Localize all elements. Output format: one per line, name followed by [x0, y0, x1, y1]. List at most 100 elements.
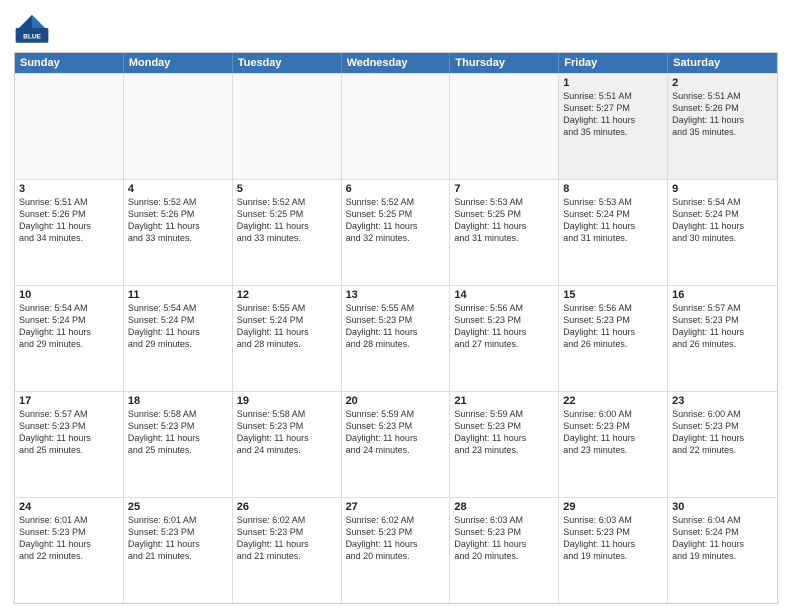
calendar-week: 1Sunrise: 5:51 AM Sunset: 5:27 PM Daylig… [15, 73, 777, 179]
day-number: 12 [237, 289, 337, 301]
day-info: Sunrise: 5:54 AM Sunset: 5:24 PM Dayligh… [128, 302, 228, 351]
cal-header-cell: Friday [559, 53, 668, 73]
day-number: 17 [19, 395, 119, 407]
day-number: 1 [563, 77, 663, 89]
page: BLUE SundayMondayTuesdayWednesdayThursda… [0, 0, 792, 612]
calendar-cell: 24Sunrise: 6:01 AM Sunset: 5:23 PM Dayli… [15, 498, 124, 603]
calendar-cell: 11Sunrise: 5:54 AM Sunset: 5:24 PM Dayli… [124, 286, 233, 391]
day-info: Sunrise: 6:00 AM Sunset: 5:23 PM Dayligh… [672, 408, 773, 457]
calendar: SundayMondayTuesdayWednesdayThursdayFrid… [14, 52, 778, 604]
day-info: Sunrise: 5:51 AM Sunset: 5:26 PM Dayligh… [19, 196, 119, 245]
day-number: 16 [672, 289, 773, 301]
day-number: 23 [672, 395, 773, 407]
calendar-cell: 19Sunrise: 5:58 AM Sunset: 5:23 PM Dayli… [233, 392, 342, 497]
calendar-week: 3Sunrise: 5:51 AM Sunset: 5:26 PM Daylig… [15, 179, 777, 285]
calendar-cell: 15Sunrise: 5:56 AM Sunset: 5:23 PM Dayli… [559, 286, 668, 391]
day-number: 24 [19, 501, 119, 513]
day-info: Sunrise: 5:55 AM Sunset: 5:23 PM Dayligh… [346, 302, 446, 351]
day-info: Sunrise: 6:03 AM Sunset: 5:23 PM Dayligh… [563, 514, 663, 563]
day-number: 21 [454, 395, 554, 407]
day-info: Sunrise: 5:56 AM Sunset: 5:23 PM Dayligh… [563, 302, 663, 351]
day-info: Sunrise: 5:54 AM Sunset: 5:24 PM Dayligh… [672, 196, 773, 245]
calendar-cell: 2Sunrise: 5:51 AM Sunset: 5:26 PM Daylig… [668, 74, 777, 179]
svg-text:BLUE: BLUE [23, 34, 41, 41]
logo-icon: BLUE [14, 10, 50, 46]
calendar-cell: 16Sunrise: 5:57 AM Sunset: 5:23 PM Dayli… [668, 286, 777, 391]
day-number: 2 [672, 77, 773, 89]
day-info: Sunrise: 5:57 AM Sunset: 5:23 PM Dayligh… [19, 408, 119, 457]
cal-header-cell: Tuesday [233, 53, 342, 73]
day-info: Sunrise: 5:52 AM Sunset: 5:25 PM Dayligh… [237, 196, 337, 245]
day-number: 8 [563, 183, 663, 195]
day-info: Sunrise: 5:55 AM Sunset: 5:24 PM Dayligh… [237, 302, 337, 351]
day-number: 14 [454, 289, 554, 301]
logo: BLUE [14, 10, 54, 46]
calendar-cell: 30Sunrise: 6:04 AM Sunset: 5:24 PM Dayli… [668, 498, 777, 603]
day-info: Sunrise: 6:00 AM Sunset: 5:23 PM Dayligh… [563, 408, 663, 457]
day-info: Sunrise: 5:51 AM Sunset: 5:27 PM Dayligh… [563, 90, 663, 139]
calendar-cell: 25Sunrise: 6:01 AM Sunset: 5:23 PM Dayli… [124, 498, 233, 603]
calendar-cell: 7Sunrise: 5:53 AM Sunset: 5:25 PM Daylig… [450, 180, 559, 285]
header: BLUE [14, 10, 778, 46]
calendar-cell: 22Sunrise: 6:00 AM Sunset: 5:23 PM Dayli… [559, 392, 668, 497]
day-number: 22 [563, 395, 663, 407]
calendar-cell [15, 74, 124, 179]
calendar-cell: 26Sunrise: 6:02 AM Sunset: 5:23 PM Dayli… [233, 498, 342, 603]
calendar-cell: 18Sunrise: 5:58 AM Sunset: 5:23 PM Dayli… [124, 392, 233, 497]
day-number: 9 [672, 183, 773, 195]
calendar-cell: 29Sunrise: 6:03 AM Sunset: 5:23 PM Dayli… [559, 498, 668, 603]
cal-header-cell: Saturday [668, 53, 777, 73]
calendar-cell: 4Sunrise: 5:52 AM Sunset: 5:26 PM Daylig… [124, 180, 233, 285]
cal-header-cell: Monday [124, 53, 233, 73]
calendar-cell: 6Sunrise: 5:52 AM Sunset: 5:25 PM Daylig… [342, 180, 451, 285]
day-info: Sunrise: 6:02 AM Sunset: 5:23 PM Dayligh… [237, 514, 337, 563]
calendar-cell: 21Sunrise: 5:59 AM Sunset: 5:23 PM Dayli… [450, 392, 559, 497]
calendar-cell: 12Sunrise: 5:55 AM Sunset: 5:24 PM Dayli… [233, 286, 342, 391]
calendar-cell [233, 74, 342, 179]
calendar-cell: 17Sunrise: 5:57 AM Sunset: 5:23 PM Dayli… [15, 392, 124, 497]
calendar-header: SundayMondayTuesdayWednesdayThursdayFrid… [15, 53, 777, 73]
day-info: Sunrise: 6:02 AM Sunset: 5:23 PM Dayligh… [346, 514, 446, 563]
calendar-cell [124, 74, 233, 179]
calendar-body: 1Sunrise: 5:51 AM Sunset: 5:27 PM Daylig… [15, 73, 777, 603]
day-number: 25 [128, 501, 228, 513]
calendar-cell: 27Sunrise: 6:02 AM Sunset: 5:23 PM Dayli… [342, 498, 451, 603]
calendar-cell: 1Sunrise: 5:51 AM Sunset: 5:27 PM Daylig… [559, 74, 668, 179]
day-number: 29 [563, 501, 663, 513]
day-number: 28 [454, 501, 554, 513]
calendar-cell: 5Sunrise: 5:52 AM Sunset: 5:25 PM Daylig… [233, 180, 342, 285]
day-info: Sunrise: 5:58 AM Sunset: 5:23 PM Dayligh… [128, 408, 228, 457]
day-info: Sunrise: 5:53 AM Sunset: 5:25 PM Dayligh… [454, 196, 554, 245]
calendar-week: 10 Sunrise: 5:54 AM Sunset: 5:24 PM Dayli… [15, 285, 777, 391]
day-number: 27 [346, 501, 446, 513]
cal-header-cell: Thursday [450, 53, 559, 73]
day-number: 10 [19, 289, 119, 301]
calendar-week: 17Sunrise: 5:57 AM Sunset: 5:23 PM Dayli… [15, 391, 777, 497]
day-number: 11 [128, 289, 228, 301]
day-info: Sunrise: 5:59 AM Sunset: 5:23 PM Dayligh… [346, 408, 446, 457]
calendar-cell: 20Sunrise: 5:59 AM Sunset: 5:23 PM Dayli… [342, 392, 451, 497]
day-number: 4 [128, 183, 228, 195]
calendar-cell: 13Sunrise: 5:55 AM Sunset: 5:23 PM Dayli… [342, 286, 451, 391]
day-number: 19 [237, 395, 337, 407]
day-number: 15 [563, 289, 663, 301]
calendar-cell: 14Sunrise: 5:56 AM Sunset: 5:23 PM Dayli… [450, 286, 559, 391]
day-number: 20 [346, 395, 446, 407]
calendar-cell: 10Sunrise: 5:54 AM Sunset: 5:24 PM Dayli… [15, 286, 124, 391]
calendar-week: 24Sunrise: 6:01 AM Sunset: 5:23 PM Dayli… [15, 497, 777, 603]
calendar-cell: 23Sunrise: 6:00 AM Sunset: 5:23 PM Dayli… [668, 392, 777, 497]
day-number: 7 [454, 183, 554, 195]
day-info: Sunrise: 5:59 AM Sunset: 5:23 PM Dayligh… [454, 408, 554, 457]
day-info: Sunrise: 6:04 AM Sunset: 5:24 PM Dayligh… [672, 514, 773, 563]
day-number: 30 [672, 501, 773, 513]
calendar-cell [450, 74, 559, 179]
day-number: 3 [19, 183, 119, 195]
calendar-cell: 28Sunrise: 6:03 AM Sunset: 5:23 PM Dayli… [450, 498, 559, 603]
day-number: 26 [237, 501, 337, 513]
day-info: Sunrise: 6:01 AM Sunset: 5:23 PM Dayligh… [19, 514, 119, 563]
day-number: 13 [346, 289, 446, 301]
day-info: Sunrise: 5:52 AM Sunset: 5:25 PM Dayligh… [346, 196, 446, 245]
day-info: Sunrise: 5:58 AM Sunset: 5:23 PM Dayligh… [237, 408, 337, 457]
day-info: Sunrise: 5:56 AM Sunset: 5:23 PM Dayligh… [454, 302, 554, 351]
calendar-cell: 9Sunrise: 5:54 AM Sunset: 5:24 PM Daylig… [668, 180, 777, 285]
